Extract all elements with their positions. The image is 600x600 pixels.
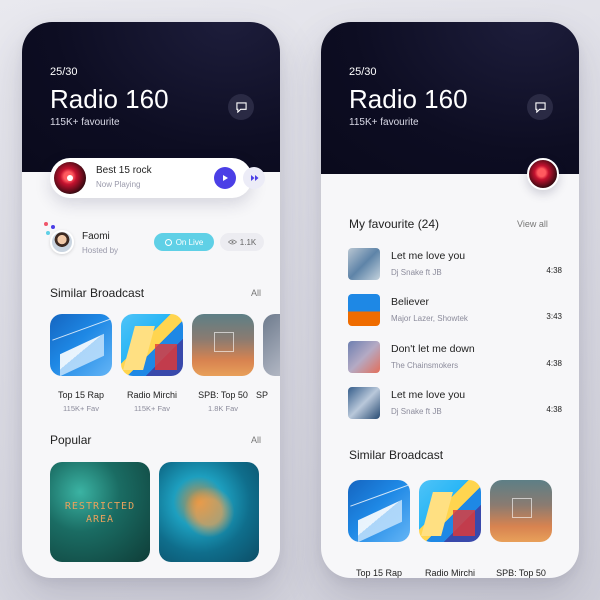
song-artist: Major Lazer, Showtek bbox=[391, 314, 468, 323]
popular-card-1[interactable]: RESTRICTED AREA bbox=[50, 462, 150, 562]
next-icon bbox=[250, 175, 258, 181]
now-playing-status: Now Playing bbox=[96, 180, 141, 189]
station-hero: 25/30 Radio 160 115K+ favourite bbox=[321, 22, 579, 174]
song-row-1[interactable]: Let me love you Dj Snake ft JB 4:38 bbox=[348, 248, 562, 282]
similar-all-link[interactable]: All bbox=[251, 288, 261, 298]
broadcast-tile-2[interactable] bbox=[419, 480, 481, 542]
broadcast-tile-4[interactable] bbox=[263, 314, 280, 376]
broadcast-tile-1[interactable] bbox=[348, 480, 410, 542]
broadcast-name-2: Radio Mirchi bbox=[126, 390, 177, 400]
similar-broadcast-title: Similar Broadcast bbox=[50, 286, 145, 300]
broadcast-tile-2[interactable] bbox=[121, 314, 183, 376]
song-artwork bbox=[348, 341, 380, 373]
song-duration: 4:38 bbox=[546, 359, 562, 368]
restricted-area-sign: RESTRICTED AREA bbox=[64, 501, 136, 525]
song-title: Let me love you bbox=[391, 389, 466, 401]
broadcast-name-1: Top 15 Rap bbox=[355, 568, 403, 578]
song-duration: 4:38 bbox=[546, 405, 562, 414]
song-duration: 3:43 bbox=[546, 312, 562, 321]
station-name: Radio 160 bbox=[50, 84, 169, 114]
phone-left: 25/30 Radio 160 115K+ favourite Best 15 … bbox=[22, 22, 280, 578]
chat-icon bbox=[235, 101, 247, 113]
station-name: Radio 160 bbox=[349, 84, 468, 114]
station-hero: 25/30 Radio 160 115K+ favourite bbox=[22, 22, 280, 172]
view-all-link[interactable]: View all bbox=[517, 219, 548, 229]
chat-icon bbox=[534, 101, 546, 113]
popular-card-2[interactable] bbox=[159, 462, 259, 562]
phone-right: 25/30 Radio 160 115K+ favourite My favou… bbox=[321, 22, 579, 578]
song-row-3[interactable]: Don't let me down The Chainsmokers 4:38 bbox=[348, 341, 562, 375]
station-counter: 25/30 bbox=[349, 66, 377, 78]
views-count: 1.1K bbox=[239, 237, 257, 247]
host-name: Faomi bbox=[82, 231, 110, 242]
song-row-2[interactable]: Believer Major Lazer, Showtek 3:43 bbox=[348, 294, 562, 328]
host-avatar[interactable] bbox=[50, 230, 74, 254]
popular-all-link[interactable]: All bbox=[251, 435, 261, 445]
live-badge[interactable]: On Live bbox=[154, 233, 214, 251]
play-button[interactable] bbox=[214, 167, 236, 189]
broadcast-tile-3[interactable] bbox=[490, 480, 552, 542]
views-badge: 1.1K bbox=[220, 233, 264, 251]
song-artwork bbox=[348, 387, 380, 419]
song-duration: 4:38 bbox=[546, 266, 562, 275]
station-favourites: 115K+ favourite bbox=[50, 117, 120, 128]
play-icon bbox=[223, 175, 228, 181]
now-playing-artwork bbox=[54, 162, 86, 194]
next-button[interactable] bbox=[243, 167, 265, 189]
now-playing-bar[interactable]: Best 15 rock Now Playing bbox=[50, 158, 265, 198]
broadcast-tile-3[interactable] bbox=[192, 314, 254, 376]
popular-title: Popular bbox=[50, 433, 92, 447]
broadcast-name-3: SPB: Top 50 bbox=[496, 568, 546, 578]
similar-broadcast-title: Similar Broadcast bbox=[349, 448, 444, 462]
chat-button[interactable] bbox=[527, 94, 553, 120]
song-artist: The Chainsmokers bbox=[391, 361, 459, 370]
song-title: Don't let me down bbox=[391, 343, 475, 355]
broadcast-favs-2: 115K+ Fav bbox=[134, 404, 170, 413]
host-role: Hosted by bbox=[82, 246, 119, 255]
song-artist: Dj Snake ft JB bbox=[391, 407, 442, 416]
station-favourites: 115K+ favourite bbox=[349, 117, 419, 128]
broadcast-name-1: Top 15 Rap bbox=[57, 390, 105, 400]
station-counter: 25/30 bbox=[50, 66, 78, 78]
now-playing-title: Best 15 rock bbox=[96, 165, 152, 176]
my-favourite-title: My favourite (24) bbox=[349, 217, 440, 231]
song-row-4[interactable]: Let me love you Dj Snake ft JB 4:38 bbox=[348, 387, 562, 421]
live-label: On Live bbox=[175, 237, 204, 247]
broadcast-name-4: SP bbox=[256, 390, 269, 400]
song-title: Believer bbox=[391, 296, 429, 308]
song-artwork bbox=[348, 248, 380, 280]
song-artist: Dj Snake ft JB bbox=[391, 268, 442, 277]
now-playing-artwork[interactable] bbox=[527, 158, 559, 190]
broadcast-favs-1: 115K+ Fav bbox=[63, 404, 99, 413]
broadcast-name-2: Radio Mirchi bbox=[424, 568, 475, 578]
live-icon bbox=[164, 238, 172, 246]
song-title: Let me love you bbox=[391, 250, 466, 262]
broadcast-favs-3: 1.8K Fav bbox=[207, 404, 238, 413]
broadcast-tile-1[interactable] bbox=[50, 314, 112, 376]
song-artwork bbox=[348, 294, 380, 326]
eye-icon bbox=[227, 239, 237, 245]
broadcast-name-3: SPB: Top 50 bbox=[198, 390, 248, 400]
chat-button[interactable] bbox=[228, 94, 254, 120]
